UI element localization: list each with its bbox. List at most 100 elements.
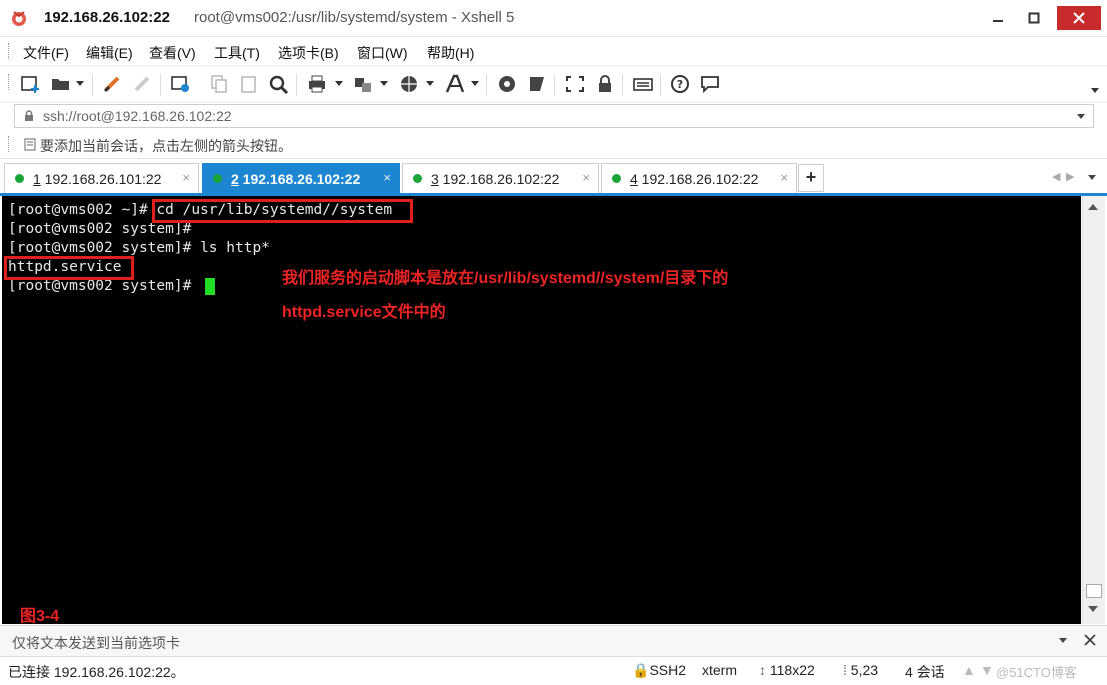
address-input[interactable]: ssh://root@192.168.26.102:22 (14, 104, 1094, 128)
paste-icon[interactable] (238, 74, 260, 94)
menu-bar: 文件(F) 编辑(E) 查看(V) 工具(T) 选项卡(B) 窗口(W) 帮助(… (0, 37, 1107, 66)
minimize-button[interactable] (981, 6, 1015, 30)
font-icon[interactable] (444, 74, 466, 94)
menu-edit[interactable]: 编辑(E) (86, 43, 133, 63)
status-dot (213, 174, 222, 183)
maximize-button[interactable] (1017, 6, 1051, 30)
menu-tabs[interactable]: 选项卡(B) (278, 43, 339, 63)
menu-tools[interactable]: 工具(T) (214, 43, 260, 63)
status-cursor-position: ⁞ 5,23 (843, 662, 879, 678)
toolbar-separator (622, 74, 623, 96)
status-bar: 已连接 192.168.26.102:22。 🔒SSH2 xterm ↕ 118… (0, 656, 1107, 685)
terminal-line: [root@vms002 system]# (8, 278, 201, 294)
xftp-icon[interactable] (496, 74, 518, 94)
status-size: ↕ 118x22 (759, 662, 815, 678)
menu-view[interactable]: 查看(V) (149, 43, 196, 63)
highlight-box-command (152, 199, 413, 223)
disconnect-icon[interactable] (132, 74, 154, 94)
tab-label: 2 192.168.26.102:22 (231, 171, 361, 187)
terminal-cursor (205, 278, 215, 295)
highlight-box-output (4, 256, 134, 280)
figure-label: 图3-4 (20, 608, 60, 624)
tab-session-4[interactable]: 4 192.168.26.102:22 × (601, 163, 797, 194)
session-hint-text: 要添加当前会话，点击左侧的箭头按钮。 (40, 138, 292, 154)
compose-target-text[interactable]: 仅将文本发送到当前选项卡 (12, 633, 180, 653)
print-dropdown-caret[interactable] (335, 81, 343, 86)
resize-icon: ↕ (759, 662, 770, 678)
find-icon[interactable] (268, 74, 290, 94)
globe-icon[interactable] (398, 74, 420, 94)
reconnect-icon[interactable] (102, 74, 124, 94)
status-connection: 已连接 192.168.26.102:22。 (8, 664, 185, 680)
lock-icon (25, 110, 33, 121)
tab-session-3[interactable]: 3 192.168.26.102:22 × (402, 163, 599, 194)
minimize-icon (993, 20, 1003, 22)
lock-icon[interactable] (594, 74, 616, 94)
window-title-host: 192.168.26.102:22 (44, 9, 170, 26)
transfer-dropdown-caret[interactable] (380, 81, 388, 86)
terminal-scrollbar[interactable] (1082, 196, 1105, 624)
hint-grip (8, 136, 12, 152)
compose-dropdown-caret[interactable] (1059, 638, 1067, 643)
new-tab-button[interactable]: + (798, 164, 824, 192)
new-session-icon[interactable] (20, 74, 42, 94)
tab-session-1[interactable]: 1 192.168.26.101:22 × (4, 163, 199, 194)
tab-list-caret[interactable] (1088, 175, 1096, 180)
status-sessions: 4 会话 (905, 664, 945, 680)
lock-icon: 🔒 (632, 662, 650, 678)
toolbar: ? (0, 66, 1107, 103)
help-icon[interactable]: ? (669, 74, 691, 94)
status-terminal-type: xterm (702, 662, 737, 678)
toolbar-separator (660, 74, 661, 96)
tab-close-icon[interactable]: × (582, 170, 590, 185)
font-dropdown-caret[interactable] (471, 81, 479, 86)
tab-scroll-left-icon[interactable]: ◀ (1052, 170, 1060, 183)
toolbar-grip (8, 74, 12, 90)
fullscreen-icon[interactable] (564, 74, 586, 94)
toolbar-separator (296, 74, 297, 96)
terminal-line: [root@vms002 system]# (8, 221, 192, 237)
address-value: ssh://root@192.168.26.102:22 (43, 108, 232, 124)
status-dot (15, 174, 24, 183)
toolbar-separator (486, 74, 487, 96)
compose-close-icon[interactable] (1084, 634, 1096, 646)
tab-session-2[interactable]: 2 192.168.26.102:22 × (202, 163, 400, 194)
keyboard-icon[interactable] (632, 74, 654, 94)
maximize-icon (1028, 12, 1040, 24)
menu-file[interactable]: 文件(F) (23, 43, 69, 63)
chat-icon[interactable] (699, 74, 721, 94)
toolbar-separator (554, 74, 555, 96)
arrow-up-icon: ▲ (962, 662, 976, 678)
svg-text:?: ? (677, 78, 683, 91)
status-protocol: 🔒SSH2 (632, 662, 687, 678)
transfer-icon[interactable] (352, 74, 374, 94)
address-dropdown-caret[interactable] (1077, 114, 1085, 119)
toolbar-separator (92, 74, 93, 96)
menu-grip (8, 43, 12, 59)
scroll-up-icon[interactable] (1088, 204, 1098, 210)
copy-icon[interactable] (208, 74, 230, 94)
properties-icon[interactable] (170, 74, 192, 94)
terminal-area[interactable]: [root@vms002 ~]# cd /usr/lib/systemd//sy… (2, 196, 1081, 624)
tab-label: 3 192.168.26.102:22 (431, 171, 560, 187)
tab-close-icon[interactable]: × (383, 170, 391, 185)
close-button[interactable] (1057, 6, 1101, 30)
tab-close-icon[interactable]: × (780, 170, 788, 185)
scroll-thumb[interactable] (1086, 584, 1102, 598)
menu-help[interactable]: 帮助(H) (427, 43, 474, 63)
open-folder-icon[interactable] (50, 74, 72, 94)
tab-scroll-right-icon[interactable]: ▶ (1066, 170, 1074, 183)
open-dropdown-caret[interactable] (76, 81, 84, 86)
annotation-line-2: httpd.service文件中的 (282, 304, 446, 321)
scroll-down-icon[interactable] (1088, 606, 1098, 612)
xmanager-icon[interactable] (526, 74, 548, 94)
status-dot (612, 174, 621, 183)
compose-bar: 仅将文本发送到当前选项卡 (0, 625, 1107, 656)
tab-label: 4 192.168.26.102:22 (630, 171, 759, 187)
print-icon[interactable] (306, 74, 328, 94)
pin-icon[interactable] (24, 138, 36, 151)
tab-close-icon[interactable]: × (182, 170, 190, 185)
menu-window[interactable]: 窗口(W) (357, 43, 408, 63)
toolbar-overflow-caret[interactable] (1091, 88, 1099, 93)
globe-dropdown-caret[interactable] (426, 81, 434, 86)
